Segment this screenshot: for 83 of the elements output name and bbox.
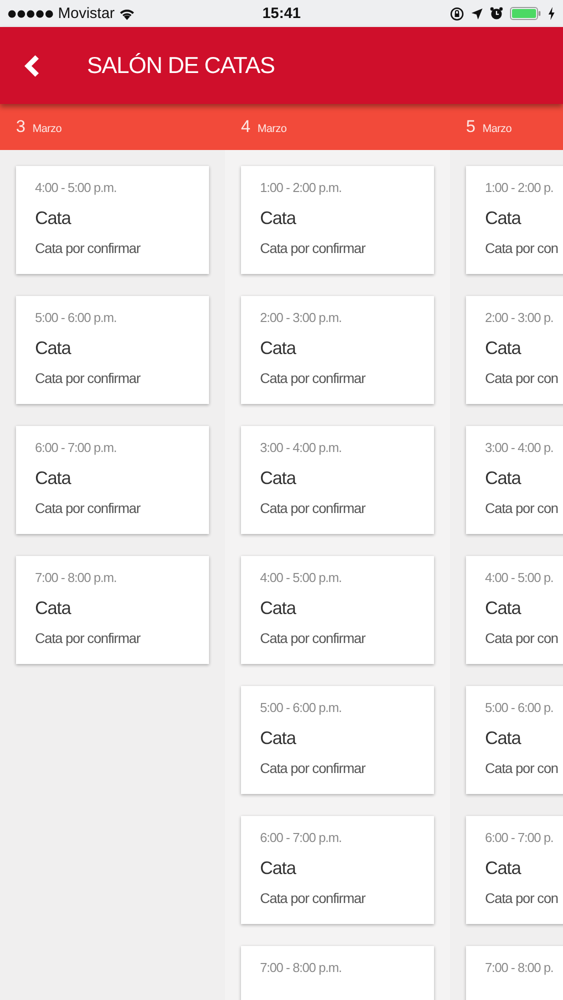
slot-status: Cata por con [485,370,558,386]
slot-status: Cata por confirmar [260,890,366,906]
slot-time: 7:00 - 8:00 p. [485,960,554,975]
charging-icon [548,7,555,20]
slot-status: Cata por con [485,500,558,516]
slot-status: Cata por confirmar [260,630,366,646]
slot-time: 3:00 - 4:00 p.m. [260,440,342,455]
slot-title: Cata [485,858,521,878]
slot-title: Cata [485,598,521,618]
slot-card[interactable]: 3:00 - 4:00 p.m. Cata Cata por confirmar [241,426,434,534]
slot-card[interactable]: 5:00 - 6:00 p.m. Cata Cata por confirmar [16,296,209,404]
slot-time: 7:00 - 8:00 p.m. [260,960,342,975]
screen-title: SALÓN DE CATAS [87,52,275,79]
slot-status: Cata por confirmar [35,500,140,516]
slot-card[interactable]: 4:00 - 5:00 p.m. Cata Cata por confirmar [16,166,209,274]
slot-time: 5:00 - 6:00 p.m. [35,310,116,325]
day-number: 4 [241,117,250,137]
slot-card[interactable]: 5:00 - 6:00 p. Cata Cata por con [466,686,563,794]
signal-icon [8,10,54,18]
slot-time: 4:00 - 5:00 p. [485,570,554,585]
slot-time: 2:00 - 3:00 p. [485,310,554,325]
slot-time: 4:00 - 5:00 p.m. [35,180,116,195]
slot-title: Cata [35,208,71,228]
slot-status: Cata por confirmar [35,630,140,646]
slot-card[interactable]: 1:00 - 2:00 p. Cata Cata por con [466,166,563,274]
slot-card[interactable]: 6:00 - 7:00 p.m. Cata Cata por confirmar [16,426,209,534]
slot-card[interactable]: 2:00 - 3:00 p.m. Cata Cata por confirmar [241,296,434,404]
slot-title: Cata [260,468,296,488]
slot-card[interactable]: 7:00 - 8:00 p.m. Cata Cata por confirmar [16,556,209,664]
slot-title: Cata [485,338,521,358]
slot-status: Cata por confirmar [35,370,140,386]
wifi-icon [118,8,135,20]
slot-card[interactable]: 5:00 - 6:00 p.m. Cata Cata por confirmar [241,686,434,794]
slot-card[interactable]: 4:00 - 5:00 p.m. Cata Cata por confirmar [241,556,434,664]
slot-time: 6:00 - 7:00 p.m. [260,830,342,845]
slot-title: Cata [260,598,296,618]
slot-time: 5:00 - 6:00 p. [485,700,554,715]
slot-title: Cata [485,468,521,488]
slot-status: Cata por confirmar [260,370,366,386]
slot-title: Cata [260,338,296,358]
carrier-name: Movistar [58,5,115,22]
location-icon [471,8,483,20]
slot-card[interactable]: 2:00 - 3:00 p. Cata Cata por con [466,296,563,404]
month-label: Marzo [257,123,287,135]
slot-title: Cata [260,728,296,748]
slot-time: 1:00 - 2:00 p.m. [260,180,342,195]
slot-time: 2:00 - 3:00 p.m. [260,310,342,325]
slot-time: 3:00 - 4:00 p. [485,440,554,455]
slot-time: 4:00 - 5:00 p.m. [260,570,342,585]
battery-icon [510,7,541,20]
slot-card[interactable]: 4:00 - 5:00 p. Cata Cata por con [466,556,563,664]
back-icon [24,54,40,78]
slot-card[interactable]: 6:00 - 7:00 p.m. Cata Cata por confirmar [241,816,434,924]
slot-title: Cata [35,468,71,488]
slot-card[interactable]: 1:00 - 2:00 p.m. Cata Cata por confirmar [241,166,434,274]
slot-status: Cata por con [485,760,558,776]
slot-status: Cata por confirmar [260,500,366,516]
slot-status: Cata por confirmar [260,240,366,256]
slot-title: Cata [485,208,521,228]
slot-title: Cata [485,728,521,748]
slot-time: 6:00 - 7:00 p. [485,830,554,845]
slot-time: 7:00 - 8:00 p.m. [35,570,116,585]
slot-status: Cata por con [485,890,558,906]
slot-title: Cata [35,338,71,358]
slot-status: Cata por confirmar [260,760,366,776]
day-number: 5 [466,117,476,137]
slot-title: Cata [260,858,296,878]
slot-card[interactable]: 6:00 - 7:00 p. Cata Cata por con [466,816,563,924]
slot-status: Cata por con [485,630,558,646]
slot-status: Cata por con [485,240,558,256]
slot-time: 5:00 - 6:00 p.m. [260,700,342,715]
month-label: Marzo [482,123,512,135]
rotation-lock-icon [450,6,464,20]
clock-time: 15:41 [262,5,301,22]
slot-status: Cata por confirmar [35,240,140,256]
month-label: Marzo [32,123,62,135]
alarm-icon [490,7,503,20]
slot-title: Cata [260,208,296,228]
slot-title: Cata [35,598,71,618]
slot-card[interactable]: 3:00 - 4:00 p. Cata Cata por con [466,426,563,534]
slot-time: 6:00 - 7:00 p.m. [35,440,116,455]
slot-time: 1:00 - 2:00 p. [485,180,554,195]
day-number: 3 [16,117,26,137]
